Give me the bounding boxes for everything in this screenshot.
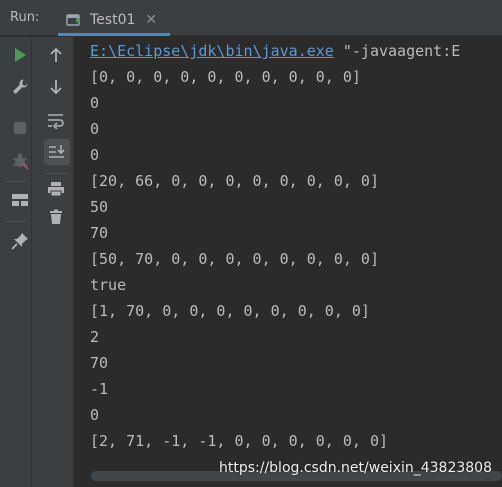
layout-icon[interactable] — [8, 188, 32, 212]
wrench-icon[interactable] — [8, 75, 32, 99]
java-exe-link[interactable]: E:\Eclipse\jdk\bin\java.exe — [90, 42, 334, 60]
console-output[interactable]: E:\Eclipse\jdk\bin\java.exe "-javaagent:… — [74, 37, 502, 487]
trash-icon[interactable] — [44, 205, 68, 229]
output-line: 0 — [90, 406, 100, 424]
run-icon[interactable] — [8, 43, 32, 67]
toolbar-separator — [46, 173, 68, 174]
pin-icon[interactable] — [8, 229, 32, 253]
command-args: "-javaagent:E — [333, 42, 461, 60]
output-line: [50, 70, 0, 0, 0, 0, 0, 0, 0, 0] — [90, 250, 379, 268]
output-line: 0 — [90, 94, 100, 112]
output-line: true — [90, 276, 127, 294]
output-line: [1, 70, 0, 0, 0, 0, 0, 0, 0, 0] — [90, 302, 370, 320]
output-line: 0 — [90, 120, 100, 138]
scroll-to-end-icon[interactable] — [44, 139, 70, 165]
output-line: 70 — [90, 224, 109, 242]
java-class-icon — [66, 13, 82, 27]
tab-test01[interactable]: Test01 ✕ — [58, 4, 170, 36]
toolbar-gap — [32, 37, 40, 487]
command-line: E:\Eclipse\jdk\bin\java.exe "-javaagent:… — [90, 41, 460, 61]
stop-icon[interactable] — [8, 116, 32, 140]
output-line: 50 — [90, 198, 109, 216]
output-line: 70 — [90, 354, 109, 372]
soft-wrap-icon[interactable] — [44, 109, 68, 133]
print-icon[interactable] — [44, 177, 68, 201]
output-line: [20, 66, 0, 0, 0, 0, 0, 0, 0, 0] — [90, 172, 379, 190]
tab-close-icon[interactable]: ✕ — [145, 13, 157, 27]
output-line: [2, 71, -1, -1, 0, 0, 0, 0, 0, 0] — [90, 432, 389, 450]
output-line: -1 — [90, 380, 109, 398]
run-toolbar-right — [40, 37, 74, 487]
output-line: [0, 0, 0, 0, 0, 0, 0, 0, 0, 0] — [90, 68, 361, 86]
watermark: https://blog.csdn.net/weixin_43823808 — [218, 460, 492, 476]
tab-title: Test01 — [90, 12, 136, 28]
tab-active-indicator — [58, 33, 170, 36]
debug-icon[interactable] — [8, 149, 32, 173]
run-tool-window-header: Run: Test01 ✕ — [0, 0, 502, 36]
run-label: Run: — [10, 10, 40, 25]
run-toolbar-left — [0, 37, 32, 487]
arrow-up-icon[interactable] — [44, 43, 68, 67]
output-line: 2 — [90, 328, 100, 346]
output-line: 0 — [90, 146, 100, 164]
arrow-down-icon[interactable] — [44, 75, 68, 99]
toolbar-separator — [6, 181, 26, 182]
toolbar-separator — [6, 221, 26, 222]
